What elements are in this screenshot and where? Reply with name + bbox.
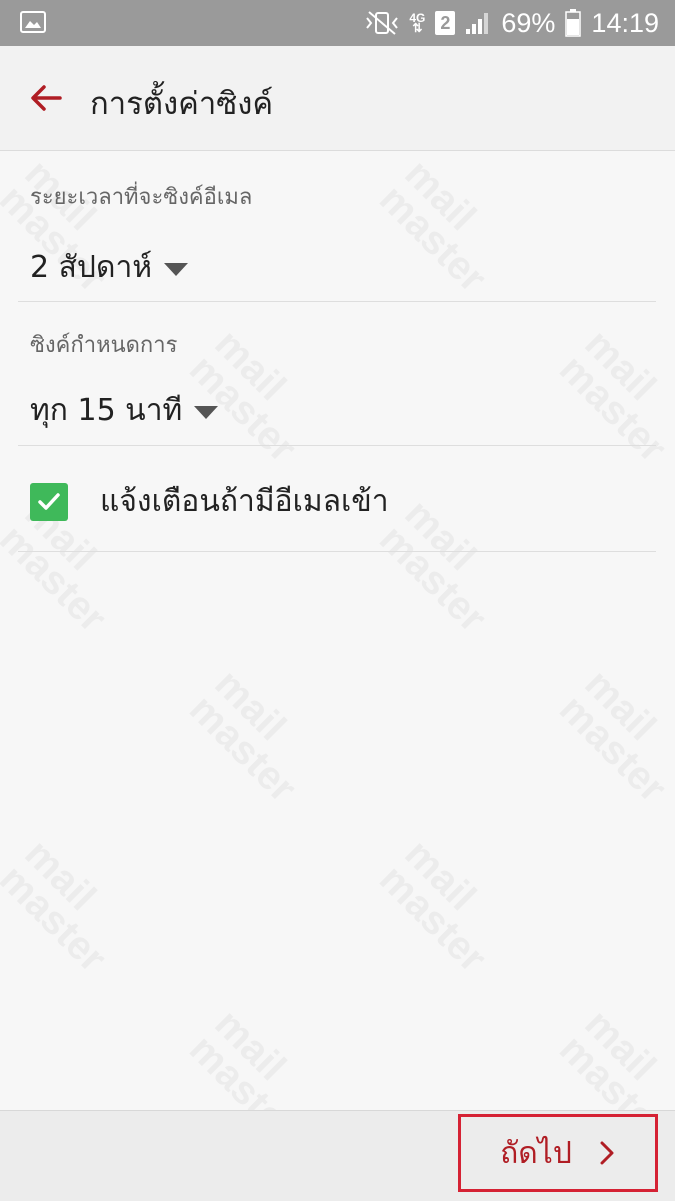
watermark: mailmaster — [0, 831, 137, 980]
status-bar-right: 4G ⇅ 2 69% 14:19 — [365, 0, 659, 46]
dropdown-caret-icon — [194, 406, 219, 419]
clock: 14:19 — [591, 7, 659, 38]
network-type: 4G ⇅ — [409, 12, 425, 35]
data-arrows-icon: ⇅ — [412, 21, 423, 35]
watermark: mailmaster — [371, 491, 518, 640]
dropdown-caret-icon — [164, 263, 189, 276]
watermark: mailmaster — [371, 831, 518, 980]
battery-percent: 69% — [501, 7, 556, 38]
notify-label: แจ้งเตือนถ้ามีอีเมลเข้า — [100, 484, 389, 519]
divider — [18, 551, 656, 552]
sync-period-value: 2 สัปดาห์ — [30, 250, 153, 285]
back-arrow-icon — [31, 85, 62, 111]
chevron-right-icon — [600, 1141, 614, 1165]
battery-icon — [565, 9, 582, 37]
sim-slot-badge: 2 — [435, 11, 456, 35]
sync-schedule-dropdown[interactable]: ทุก 15 นาที — [30, 387, 219, 434]
bottom-bar: ถัดไป — [0, 1110, 675, 1201]
watermark: mailmaster — [551, 321, 675, 470]
divider — [18, 301, 656, 302]
gallery-notification-icon — [20, 11, 46, 33]
sync-schedule-value: ทุก 15 นาที — [30, 393, 183, 428]
notify-checkbox[interactable] — [30, 482, 68, 521]
next-button[interactable]: ถัดไป — [458, 1114, 658, 1192]
signal-icon — [466, 13, 489, 34]
watermark: mailmaster — [181, 661, 328, 810]
notify-checkbox-row[interactable]: แจ้งเตือนถ้ามีอีเมลเข้า — [30, 478, 389, 525]
watermark: mailmaster — [371, 151, 518, 300]
checkmark-icon — [38, 492, 60, 510]
sync-period-dropdown[interactable]: 2 สัปดาห์ — [30, 244, 189, 291]
divider — [18, 445, 656, 446]
page-title: การตั้งค่าซิงค์ — [90, 86, 274, 122]
vibrate-mute-icon — [366, 11, 399, 35]
next-label: ถัดไป — [500, 1135, 572, 1171]
sync-period-label: ระยะเวลาที่จะซิงค์อีเมล — [30, 185, 253, 210]
app-bar: การตั้งค่าซิงค์ — [0, 46, 675, 151]
watermark: mailmaster — [551, 661, 675, 810]
back-button[interactable] — [24, 76, 68, 120]
status-bar: 4G ⇅ 2 69% 14:19 — [0, 0, 675, 46]
sync-schedule-label: ซิงค์กำหนดการ — [30, 333, 178, 358]
